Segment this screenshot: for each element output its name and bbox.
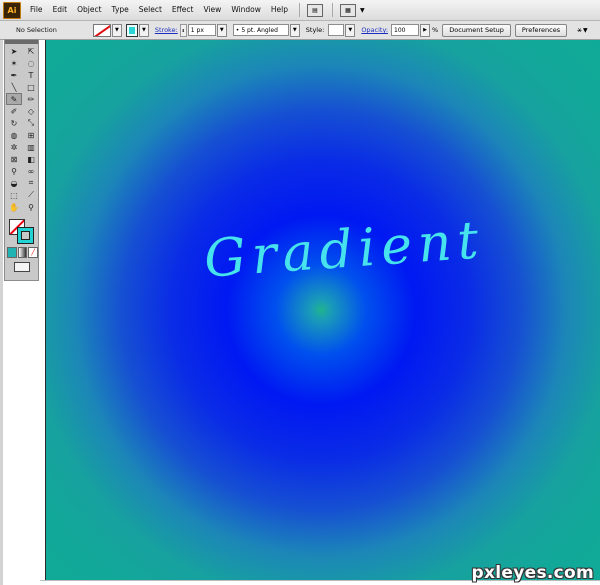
opacity-link[interactable]: Opacity: bbox=[361, 26, 388, 34]
style-label: Style: bbox=[305, 26, 325, 34]
blend-tool-icon[interactable]: ∞ bbox=[23, 165, 39, 177]
artboard-radial-gradient[interactable]: Gradient bbox=[45, 40, 600, 580]
live-paint-selection-tool-icon[interactable]: ⌗ bbox=[23, 177, 39, 189]
fill-stroke-selector[interactable] bbox=[5, 217, 38, 245]
chevron-down-icon[interactable]: ▼ bbox=[138, 23, 149, 37]
menu-effect[interactable]: Effect bbox=[167, 0, 199, 20]
rotate-tool-icon[interactable]: ↻ bbox=[6, 117, 22, 129]
free-transform-tool-icon[interactable]: ⊞ bbox=[23, 129, 39, 141]
opacity-unit: % bbox=[432, 26, 439, 34]
brush-definition-field[interactable]: • 5 pt. Angled bbox=[232, 24, 289, 36]
brush-name: 5 pt. Angled bbox=[241, 26, 278, 34]
slice-tool-icon[interactable]: ⟋ bbox=[23, 189, 39, 201]
menu-help[interactable]: Help bbox=[266, 0, 293, 20]
menu-object[interactable]: Object bbox=[72, 0, 106, 20]
blob-brush-tool-icon[interactable]: ✐ bbox=[6, 105, 22, 117]
none-mode-icon[interactable]: ╱ bbox=[28, 247, 39, 258]
color-mode-buttons: ╱ bbox=[5, 247, 39, 258]
direct-selection-tool-icon[interactable]: ⇱ bbox=[23, 45, 39, 57]
color-mode-icon[interactable] bbox=[7, 247, 17, 258]
menu-bar: Ai File Edit Object Type Select Effect V… bbox=[0, 0, 600, 21]
preferences-button[interactable]: Preferences bbox=[514, 23, 568, 37]
brush-dot-icon: • bbox=[235, 26, 240, 34]
selection-tool-icon[interactable]: ➤ bbox=[6, 45, 22, 57]
selection-status: No Selection bbox=[16, 26, 57, 34]
document-setup-button[interactable]: Document Setup bbox=[442, 23, 511, 37]
warp-tool-icon[interactable]: ◍ bbox=[6, 129, 22, 141]
pen-tool-icon[interactable]: ✒ bbox=[6, 69, 22, 81]
chevron-down-icon[interactable]: ▼ bbox=[216, 23, 227, 37]
type-tool-icon[interactable]: T bbox=[23, 69, 39, 81]
menu-select[interactable]: Select bbox=[134, 0, 167, 20]
magic-wand-icon[interactable]: ⚹ bbox=[577, 25, 582, 35]
control-bar: No Selection ▼ ▼ Stroke: ⬍ 1 px ▼ • 5 pt… bbox=[0, 21, 600, 40]
eyedropper-tool-icon[interactable]: ⚲ bbox=[6, 165, 22, 177]
chevron-down-icon[interactable]: ▼ bbox=[360, 7, 365, 14]
column-graph-tool-icon[interactable]: ▥ bbox=[23, 141, 39, 153]
stroke-weight-field[interactable]: 1 px bbox=[187, 24, 216, 36]
eraser-tool-icon[interactable]: ◇ bbox=[23, 105, 39, 117]
menu-edit[interactable]: Edit bbox=[48, 0, 73, 20]
opacity-field[interactable]: 100 bbox=[391, 24, 420, 36]
menu-type[interactable]: Type bbox=[107, 0, 134, 20]
stroke-weight-stepper[interactable]: ⬍ bbox=[179, 23, 187, 37]
style-swatch[interactable] bbox=[328, 24, 345, 36]
chevron-right-icon[interactable]: ▶ bbox=[420, 23, 431, 37]
crop-area-tool-icon[interactable]: ⬚ bbox=[6, 189, 22, 201]
menu-window[interactable]: Window bbox=[226, 0, 266, 20]
tools-panel: ➤ ⇱ ✶ ◌ ✒ T ╲ □ ✎ ✏ ✐ ◇ ↻ ⤡ ◍ ⊞ ✲ ▥ ⊠ ◧ … bbox=[4, 39, 39, 281]
document-canvas[interactable]: Gradient bbox=[40, 40, 600, 580]
gradient-tool-icon[interactable]: ◧ bbox=[23, 153, 39, 165]
menu-separator bbox=[299, 3, 300, 17]
lasso-tool-icon[interactable]: ◌ bbox=[23, 57, 39, 69]
menu-separator bbox=[332, 3, 333, 17]
menu-view[interactable]: View bbox=[199, 0, 227, 20]
rectangle-tool-icon[interactable]: □ bbox=[23, 81, 39, 93]
app-logo[interactable]: Ai bbox=[3, 1, 21, 19]
stroke-color-swatch[interactable] bbox=[125, 23, 138, 37]
chevron-down-icon[interactable]: ▼ bbox=[289, 23, 300, 37]
hand-tool-icon[interactable]: ✋ bbox=[6, 201, 22, 213]
chevron-down-icon[interactable]: ▼ bbox=[583, 27, 588, 34]
stroke-link[interactable]: Stroke: bbox=[155, 26, 178, 34]
handwritten-text[interactable]: Gradient bbox=[202, 210, 486, 289]
zoom-tool-icon[interactable]: ⚲ bbox=[23, 201, 39, 213]
left-edge bbox=[0, 40, 3, 585]
magic-wand-tool-icon[interactable]: ✶ bbox=[6, 57, 22, 69]
live-paint-bucket-tool-icon[interactable]: ◒ bbox=[6, 177, 22, 189]
arrange-documents-icon[interactable]: ▦ bbox=[340, 3, 356, 17]
symbol-sprayer-tool-icon[interactable]: ✲ bbox=[6, 141, 22, 153]
paintbrush-tool-icon[interactable]: ✎ bbox=[6, 93, 22, 105]
scale-tool-icon[interactable]: ⤡ bbox=[23, 117, 39, 129]
mesh-tool-icon[interactable]: ⊠ bbox=[6, 153, 22, 165]
line-tool-icon[interactable]: ╲ bbox=[6, 81, 22, 93]
chevron-down-icon[interactable]: ▼ bbox=[111, 23, 122, 37]
tool-grid: ➤ ⇱ ✶ ◌ ✒ T ╲ □ ✎ ✏ ✐ ◇ ↻ ⤡ ◍ ⊞ ✲ ▥ ⊠ ◧ … bbox=[5, 44, 38, 213]
stroke-box[interactable] bbox=[17, 227, 34, 244]
screen-mode-icon[interactable] bbox=[13, 262, 30, 272]
gradient-mode-icon[interactable] bbox=[17, 247, 28, 258]
bridge-icon[interactable]: ▤ bbox=[307, 3, 323, 17]
menu-file[interactable]: File bbox=[25, 0, 48, 20]
pencil-tool-icon[interactable]: ✏ bbox=[23, 93, 39, 105]
watermark: pxleyes.com bbox=[471, 563, 594, 583]
chevron-down-icon[interactable]: ▼ bbox=[345, 23, 356, 37]
fill-color-swatch[interactable] bbox=[92, 23, 111, 37]
